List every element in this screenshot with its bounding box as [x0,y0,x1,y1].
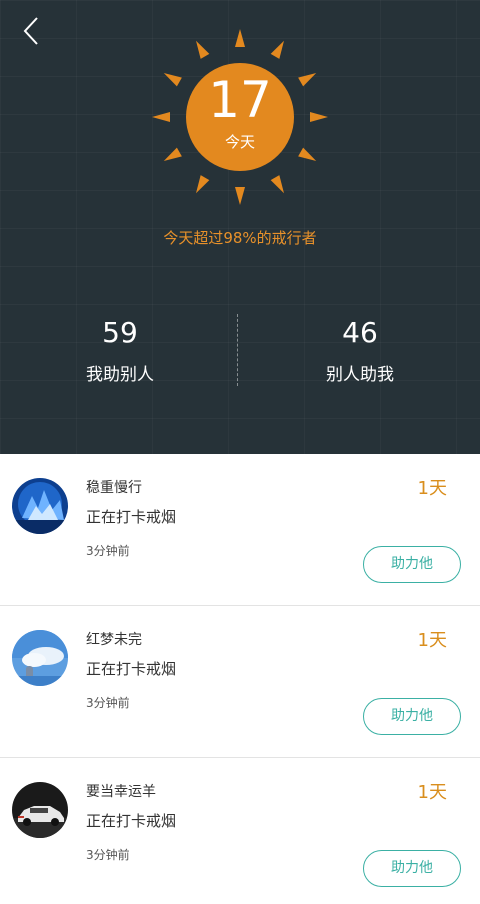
stat-helped-others[interactable]: 59 我助别人 [0,313,240,387]
help-button[interactable]: 助力他 [363,698,461,735]
streak-days: 1天 [417,630,447,651]
user-status: 正在打卡戒烟 [86,812,177,830]
stat-helped-me-label: 别人助我 [326,365,394,385]
streak-days-count: 17 [208,71,272,129]
post-time: 3分钟前 [86,696,130,710]
post-time: 3分钟前 [86,848,130,862]
stat-divider [237,314,238,386]
stat-helped-others-value: 59 [102,316,138,349]
rank-text: 今天超过98%的戒行者 [163,229,317,247]
list-item[interactable]: 红梦未完 正在打卡戒烟 3分钟前 1天 助力他 [0,606,480,758]
streak-days: 1天 [417,782,447,803]
avatar[interactable] [12,782,68,838]
user-status: 正在打卡戒烟 [86,508,177,526]
avatar-car-image [12,782,68,838]
user-name: 要当幸运羊 [86,784,156,800]
avatar-sky-image [12,630,68,686]
streak-days: 1天 [417,478,447,499]
stat-helped-others-label: 我助别人 [86,365,154,385]
feed-list: 稳重慢行 正在打卡戒烟 3分钟前 1天 助力他 红梦未完 正在打卡戒烟 3分钟前… [0,454,480,904]
help-button[interactable]: 助力他 [363,546,461,583]
post-time: 3分钟前 [86,544,130,558]
streak-days-label: 今天 [224,133,255,151]
user-name: 稳重慢行 [86,480,142,496]
header-panel: 17 今天 今天超过98%的戒行者 59 我助别人 46 别人助我 [0,0,480,454]
chevron-left-icon [23,17,38,45]
back-button[interactable] [14,14,50,50]
help-button[interactable]: 助力他 [363,850,461,887]
list-item[interactable]: 稳重慢行 正在打卡戒烟 3分钟前 1天 助力他 [0,454,480,606]
avatar-blue-ice-image [12,478,68,534]
avatar[interactable] [12,630,68,686]
stat-helped-me[interactable]: 46 别人助我 [240,313,480,387]
list-item[interactable]: 要当幸运羊 正在打卡戒烟 3分钟前 1天 助力他 [0,758,480,904]
stat-helped-me-value: 46 [342,316,378,349]
user-status: 正在打卡戒烟 [86,660,177,678]
user-name: 红梦未完 [86,632,142,648]
avatar[interactable] [12,478,68,534]
